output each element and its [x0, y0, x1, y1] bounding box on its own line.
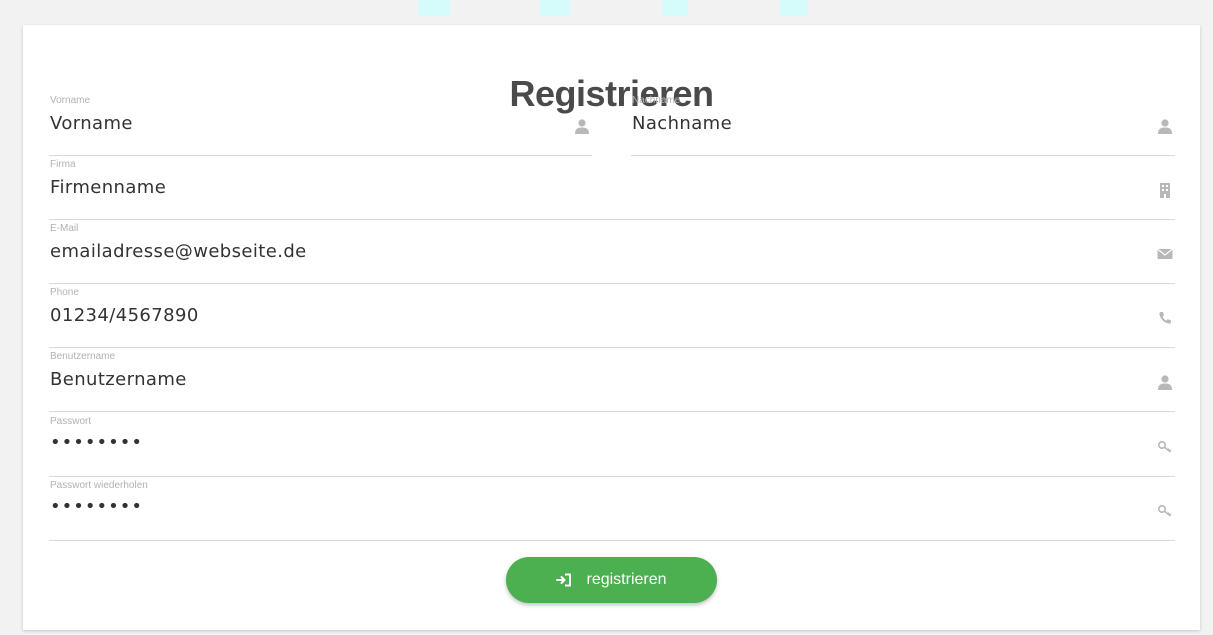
benutzername-label: Benutzername: [50, 351, 116, 362]
registration-card: Registrieren Vorname Vorname Nachname Na…: [23, 25, 1200, 630]
passwort-wiederholen-input[interactable]: ••••••••: [50, 496, 1135, 517]
phone-icon: [1159, 312, 1171, 324]
phone-field[interactable]: Phone 01234/4567890: [49, 287, 1175, 348]
firma-label: Firma: [50, 159, 76, 170]
decorative-stripe: [780, 0, 808, 16]
decorative-stripe: [540, 0, 570, 16]
passwort-field[interactable]: Passwort ••••••••: [49, 416, 1175, 477]
user-icon: [1158, 119, 1172, 134]
vorname-field[interactable]: Vorname Vorname: [49, 95, 592, 156]
benutzername-field[interactable]: Benutzername Benutzername: [49, 351, 1175, 412]
key-icon: [1157, 504, 1172, 517]
email-field[interactable]: E-Mail emailadresse@webseite.de: [49, 223, 1175, 284]
firma-field[interactable]: Firma Firmenname: [49, 159, 1175, 220]
benutzername-input[interactable]: Benutzername: [50, 369, 1135, 390]
nachname-input[interactable]: Nachname: [632, 113, 1135, 134]
user-icon: [1158, 375, 1172, 390]
email-input[interactable]: emailadresse@webseite.de: [50, 241, 1135, 262]
decorative-stripe: [418, 0, 450, 16]
nachname-field[interactable]: Nachname Nachname: [631, 95, 1175, 156]
nachname-label: Nachname: [632, 95, 681, 106]
sign-in-icon: [556, 573, 572, 587]
firma-input[interactable]: Firmenname: [50, 177, 1135, 198]
vorname-input[interactable]: Vorname: [50, 113, 552, 134]
phone-input[interactable]: 01234/4567890: [50, 305, 1135, 326]
passwort-wiederholen-field[interactable]: Passwort wiederholen ••••••••: [49, 480, 1175, 541]
key-icon: [1157, 440, 1172, 453]
decorative-stripe: [662, 0, 688, 16]
building-icon: [1160, 183, 1170, 198]
register-button[interactable]: registrieren: [506, 557, 717, 603]
email-label: E-Mail: [50, 223, 79, 234]
phone-label: Phone: [50, 287, 79, 298]
user-icon: [575, 119, 589, 134]
passwort-label: Passwort: [50, 416, 92, 427]
passwort-wiederholen-label: Passwort wiederholen: [50, 480, 148, 491]
passwort-input[interactable]: ••••••••: [50, 432, 1135, 453]
vorname-label: Vorname: [50, 95, 91, 106]
register-button-label: registrieren: [586, 571, 667, 588]
envelope-icon: [1157, 248, 1173, 259]
